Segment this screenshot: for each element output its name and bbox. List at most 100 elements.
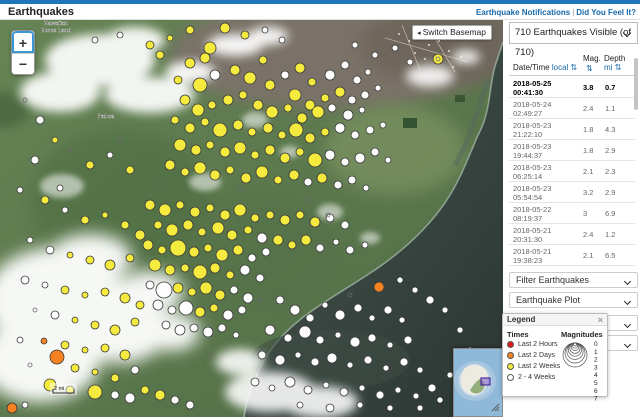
earthquake-marker[interactable]: [174, 324, 186, 336]
earthquake-marker[interactable]: [240, 30, 250, 40]
earthquake-marker[interactable]: [155, 281, 173, 299]
earthquake-marker[interactable]: [363, 355, 373, 365]
earthquake-marker[interactable]: [273, 175, 283, 185]
earthquake-marker[interactable]: [255, 273, 265, 283]
earthquake-row[interactable]: 2018-05-23 21:22:10 1.8 4.3: [509, 119, 635, 140]
earthquake-marker[interactable]: [16, 186, 24, 194]
earthquake-marker[interactable]: [153, 220, 163, 230]
filter-earthquakes-panel[interactable]: Filter Earthquakes: [509, 272, 638, 288]
earthquake-marker[interactable]: [179, 94, 191, 106]
earthquake-marker[interactable]: [371, 51, 379, 59]
earthquake-marker[interactable]: [294, 351, 302, 359]
earthquake-marker[interactable]: [258, 55, 268, 65]
earthquake-marker[interactable]: [202, 326, 214, 338]
earthquake-marker[interactable]: [250, 213, 260, 223]
earthquake-marker[interactable]: [278, 36, 286, 44]
earthquake-marker[interactable]: [226, 229, 238, 241]
switch-basemap-button[interactable]: ◂ Switch Basemap: [412, 25, 492, 40]
earthquake-marker[interactable]: [367, 333, 377, 343]
earthquake-marker[interactable]: [167, 305, 177, 315]
earthquake-marker[interactable]: [41, 281, 49, 289]
depth-unit-toggle[interactable]: mi: [604, 63, 612, 72]
earthquake-marker[interactable]: [342, 109, 354, 121]
earthquake-marker[interactable]: [326, 352, 338, 364]
earthquake-marker[interactable]: [353, 303, 363, 313]
earthquake-marker[interactable]: [339, 387, 349, 397]
earthquake-marker[interactable]: [71, 316, 79, 324]
earthquake-marker[interactable]: [252, 99, 264, 111]
earthquake-marker[interactable]: [193, 161, 207, 175]
earthquake-marker[interactable]: [333, 180, 343, 190]
earthquake-marker[interactable]: [100, 287, 110, 297]
earthquake-marker[interactable]: [116, 31, 124, 39]
earthquake-marker[interactable]: [190, 144, 202, 156]
earthquake-marker[interactable]: [110, 373, 120, 383]
earthquake-marker[interactable]: [350, 130, 360, 140]
earthquake-marker[interactable]: [346, 361, 354, 369]
earthquake-marker[interactable]: [303, 177, 313, 187]
earthquake-marker[interactable]: [340, 60, 350, 70]
earthquake-marker[interactable]: [166, 34, 174, 42]
earthquake-marker[interactable]: [199, 52, 211, 64]
earthquake-marker[interactable]: [209, 69, 221, 81]
earthquake-marker[interactable]: [295, 147, 305, 157]
sort-datetime-icon[interactable]: ⇅: [571, 63, 578, 72]
earthquake-marker[interactable]: [209, 303, 219, 313]
earthquake-marker[interactable]: [324, 69, 336, 81]
earthquake-marker[interactable]: [144, 199, 156, 211]
earthquake-marker[interactable]: [205, 140, 215, 150]
legend-close-icon[interactable]: ×: [598, 314, 603, 326]
earthquake-marker[interactable]: [304, 132, 316, 144]
overview-inset-map[interactable]: [453, 348, 503, 417]
earthquake-marker[interactable]: [310, 357, 320, 367]
earthquake-marker[interactable]: [182, 219, 194, 231]
earthquake-marker[interactable]: [56, 184, 64, 192]
earthquake-marker[interactable]: [170, 115, 180, 125]
earthquake-marker[interactable]: [165, 223, 179, 237]
earthquake-marker[interactable]: [358, 106, 366, 114]
earthquake-marker[interactable]: [296, 401, 304, 409]
earthquake-marker[interactable]: [238, 90, 248, 100]
earthquake-marker[interactable]: [217, 323, 227, 333]
earthquake-marker[interactable]: [16, 336, 24, 344]
earthquake-marker[interactable]: [242, 292, 254, 304]
earthquake-marker[interactable]: [279, 152, 291, 164]
earthquake-marker[interactable]: [200, 117, 210, 127]
earthquake-marker[interactable]: [152, 299, 164, 311]
earthquake-marker[interactable]: [109, 324, 121, 336]
earthquake-marker[interactable]: [272, 234, 284, 246]
earthquake-marker[interactable]: [175, 200, 185, 210]
earthquake-marker[interactable]: [199, 281, 213, 295]
earthquake-marker[interactable]: [119, 292, 131, 304]
earthquake-marker[interactable]: [275, 295, 285, 305]
earthquake-marker[interactable]: [154, 389, 166, 401]
earthquake-row[interactable]: 2018-05-24 02:49:27 2.4 1.1: [509, 98, 635, 119]
earthquake-marker[interactable]: [60, 285, 70, 295]
sort-depth-icon[interactable]: ⇅: [615, 63, 622, 72]
earthquake-marker[interactable]: [240, 172, 252, 184]
earthquake-marker[interactable]: [91, 36, 99, 44]
earthquake-marker[interactable]: [130, 317, 140, 327]
earthquake-marker[interactable]: [185, 25, 195, 35]
earthquake-marker[interactable]: [320, 127, 330, 137]
earthquake-marker[interactable]: [6, 402, 18, 414]
list-scrollbar-thumb[interactable]: [634, 58, 638, 110]
earthquake-marker[interactable]: [219, 146, 231, 158]
earthquake-marker[interactable]: [192, 264, 208, 280]
earthquake-marker[interactable]: [172, 282, 184, 294]
earthquake-marker[interactable]: [257, 350, 267, 360]
earthquake-marker[interactable]: [100, 343, 110, 353]
earthquake-marker[interactable]: [229, 64, 241, 76]
earthquake-marker[interactable]: [35, 115, 45, 125]
earthquake-marker[interactable]: [362, 184, 370, 192]
earthquake-marker[interactable]: [403, 335, 413, 345]
earthquake-marker[interactable]: [383, 305, 393, 315]
earthquake-marker[interactable]: [289, 304, 301, 316]
earthquake-marker[interactable]: [66, 251, 74, 259]
earthquake-row[interactable]: 2018-05-23 06:25:14 2.1 2.3: [509, 161, 635, 182]
local-time-toggle[interactable]: local: [552, 63, 568, 72]
earthquake-marker[interactable]: [203, 41, 217, 55]
earthquake-marker[interactable]: [51, 136, 59, 144]
earthquake-marker[interactable]: [315, 335, 325, 345]
earthquake-marker[interactable]: [394, 386, 402, 394]
